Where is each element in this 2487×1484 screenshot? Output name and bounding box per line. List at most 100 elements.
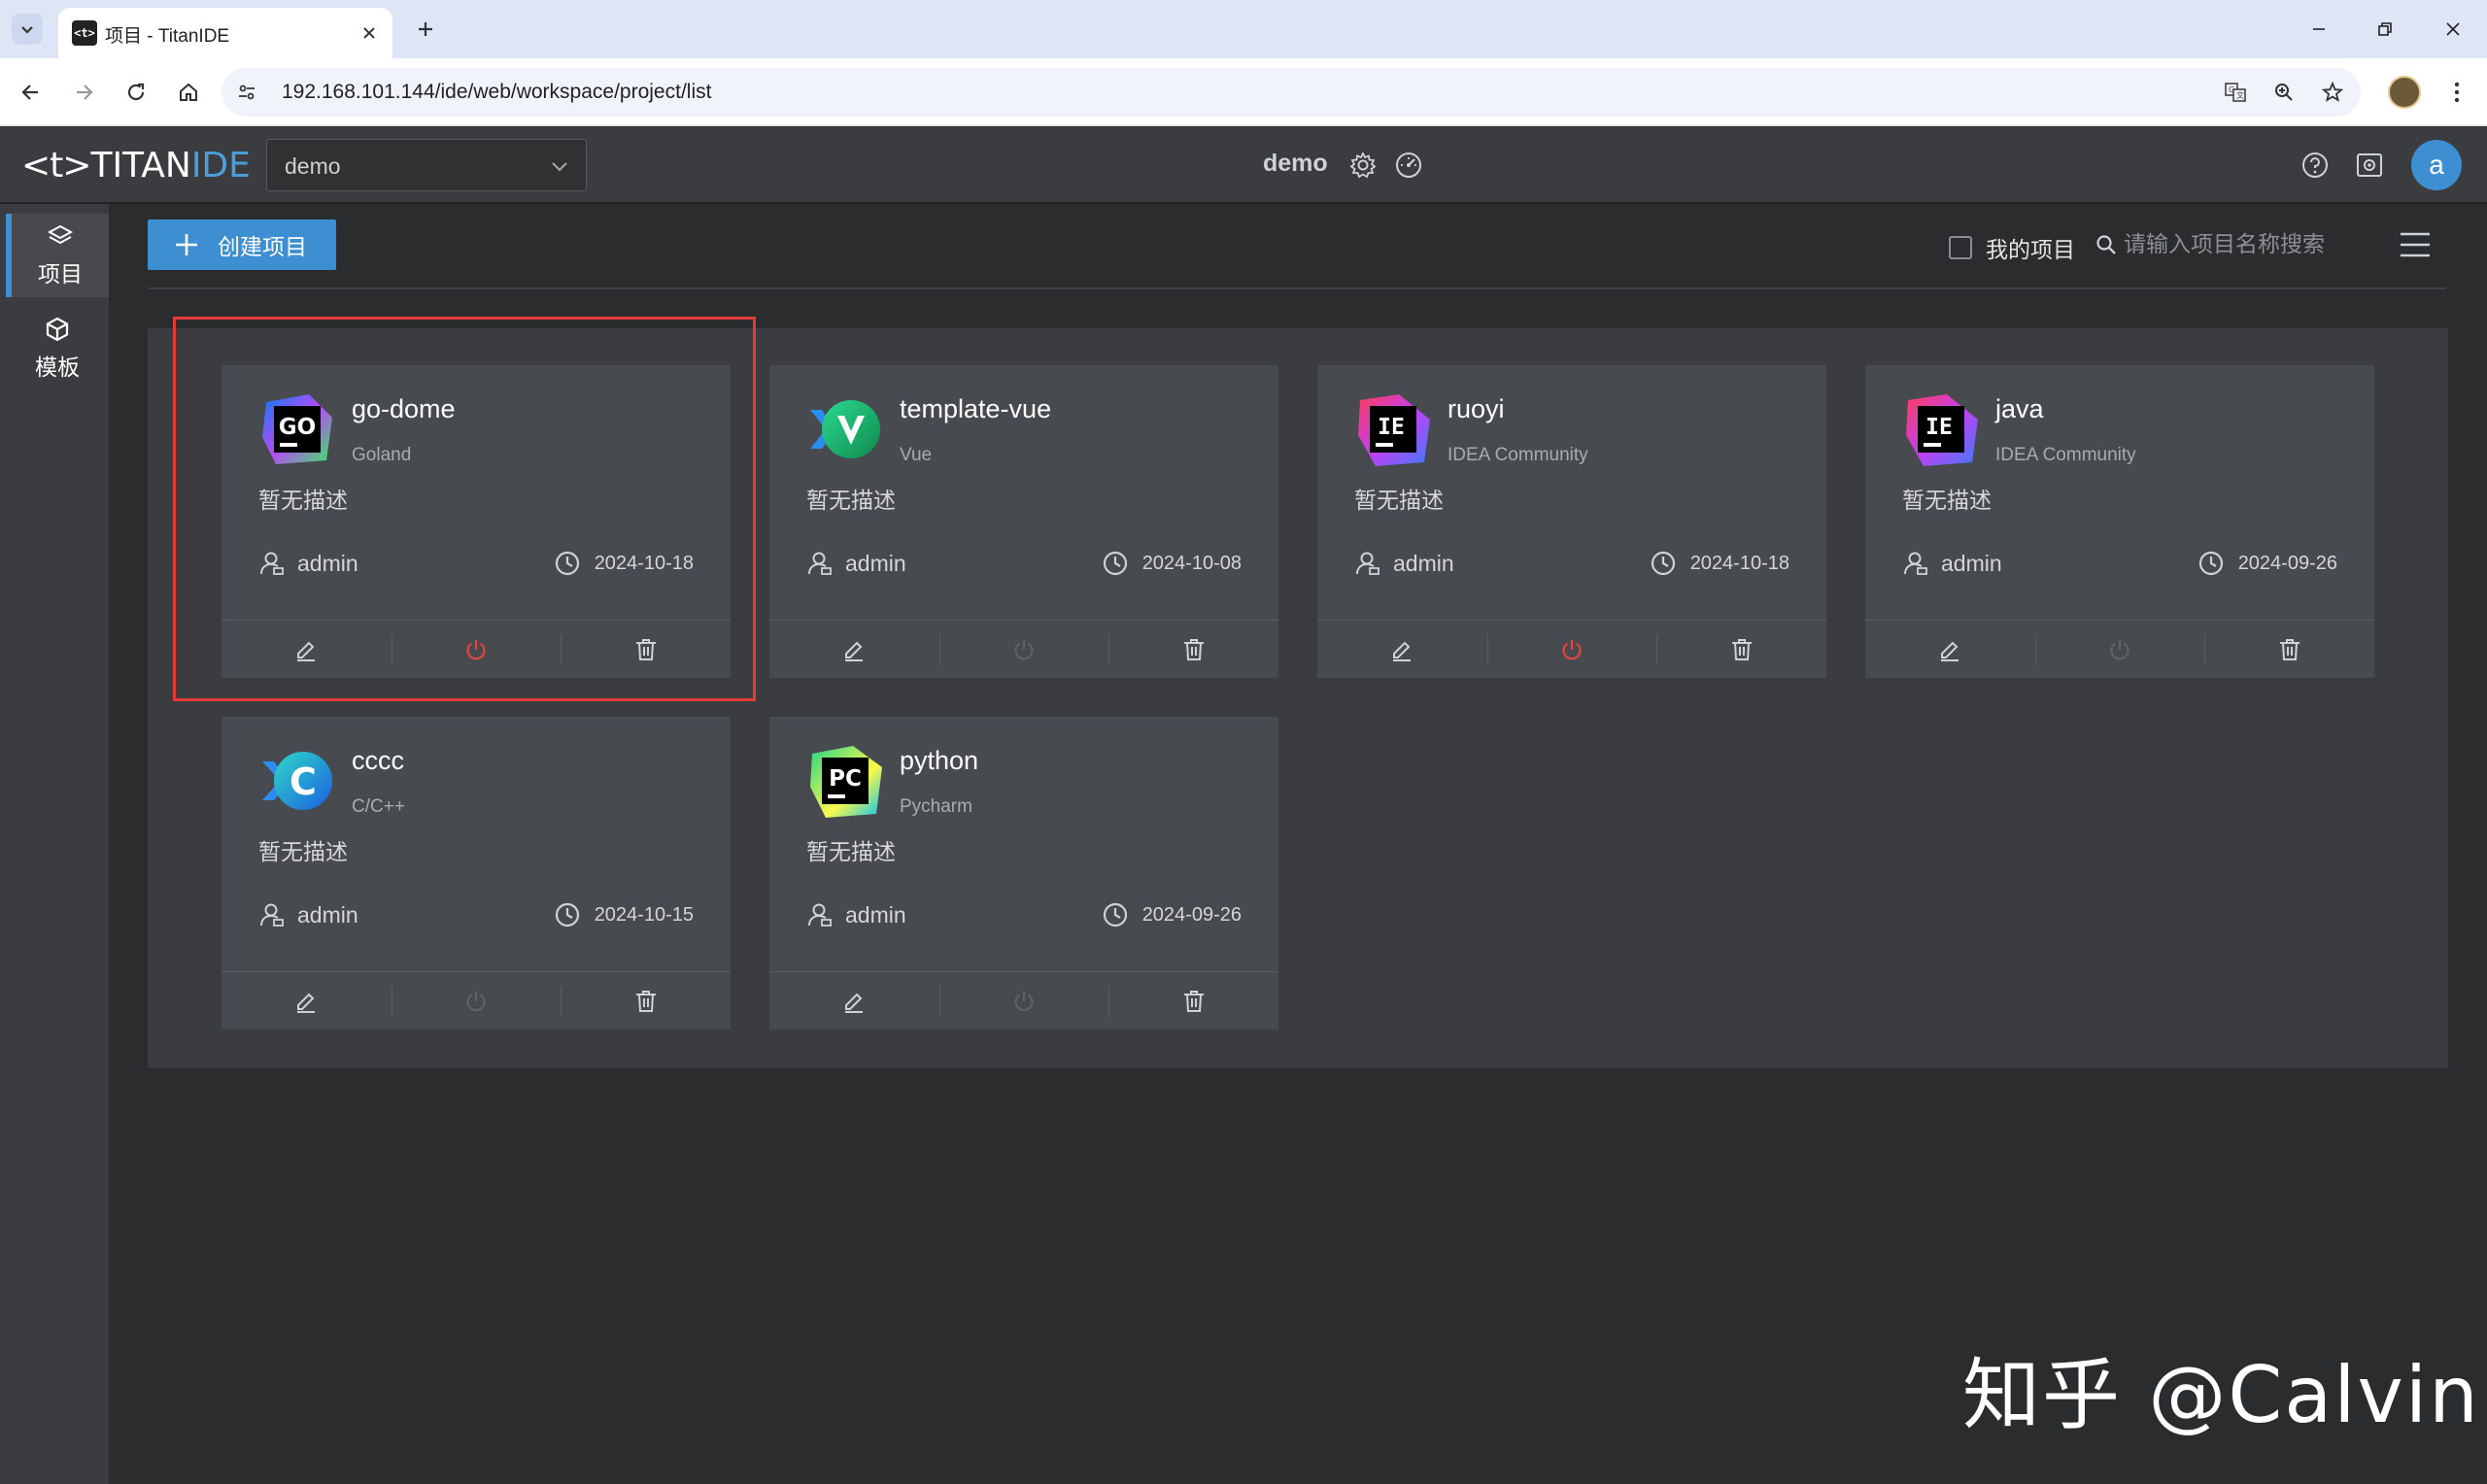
clock-icon (554, 901, 581, 928)
edit-project-button[interactable] (221, 621, 392, 678)
sidebar-item-label: 项目 (38, 261, 83, 287)
delete-project-button[interactable] (1108, 621, 1278, 678)
sidebar-item-projects[interactable]: 项目 (6, 214, 109, 297)
project-template: C/C++ (352, 796, 405, 817)
admin-settings-button[interactable] (2353, 149, 2386, 182)
project-owner: admin (258, 901, 358, 928)
help-button[interactable] (2299, 149, 2332, 182)
power-project-button[interactable] (1486, 621, 1657, 678)
edit-project-button[interactable] (769, 621, 939, 678)
project-card[interactable]: IE java IDEA Community 暂无描述 admin 2024-0… (1865, 365, 2374, 678)
project-actions (1865, 620, 2374, 678)
vue-icon (806, 390, 884, 468)
workspace-dashboard-button[interactable] (1392, 149, 1425, 182)
tab-close-button[interactable] (358, 21, 381, 45)
project-description: 暂无描述 (258, 488, 348, 513)
bookmark-button[interactable] (2320, 80, 2345, 105)
my-projects-checkbox[interactable] (1949, 236, 1972, 259)
project-name[interactable]: python (900, 746, 978, 776)
edit-project-button[interactable] (1317, 621, 1487, 678)
project-date-text: 2024-09-26 (2237, 552, 2337, 574)
app-header: <t> TITAN IDE demo demo a (0, 126, 2487, 204)
address-bar[interactable]: 192.168.101.144/ide/web/workspace/projec… (221, 68, 2361, 117)
reload-icon (127, 83, 145, 101)
project-card[interactable]: PC python Pycharm 暂无描述 admin 2024-09-26 (769, 717, 1278, 1029)
project-name[interactable]: cccc (352, 746, 404, 776)
project-date-text: 2024-10-08 (1141, 552, 1242, 574)
svg-text:文: 文 (2236, 90, 2244, 100)
delete-project-button[interactable] (1656, 621, 1826, 678)
watermark: 知乎 @Calvin (1962, 1350, 2480, 1440)
plus-icon (419, 22, 432, 36)
translate-icon: G文 (2225, 83, 2246, 102)
edit-icon (1389, 637, 1414, 662)
create-project-button[interactable]: 创建项目 (148, 219, 336, 270)
user-icon (806, 550, 834, 577)
titanide-logo[interactable]: <t> TITAN IDE (21, 146, 251, 186)
my-projects-filter[interactable]: 我的项目 (1949, 231, 2075, 264)
chevron-down-icon (21, 26, 33, 34)
site-info-button[interactable] (235, 81, 258, 104)
project-card[interactable]: IE ruoyi IDEA Community 暂无描述 admin 2024-… (1317, 365, 1826, 678)
project-date-text: 2024-10-18 (594, 552, 694, 574)
minimize-button[interactable] (2297, 10, 2341, 49)
browser-tab-active[interactable]: <t> 项目 - TitanIDE (58, 8, 392, 58)
project-name[interactable]: ruoyi (1448, 394, 1505, 424)
url-text[interactable]: 192.168.101.144/ide/web/workspace/projec… (282, 81, 711, 104)
new-tab-button[interactable] (410, 14, 441, 45)
delete-project-button[interactable] (561, 972, 731, 1029)
svg-text:GO: GO (279, 415, 316, 440)
project-date-text: 2024-10-15 (594, 903, 694, 926)
power-project-button[interactable] (2034, 621, 2205, 678)
delete-project-button[interactable] (2204, 621, 2374, 678)
idea-icon: IE (1354, 390, 1432, 468)
power-project-button[interactable] (391, 621, 562, 678)
restore-button[interactable] (2363, 10, 2407, 49)
power-icon (1011, 989, 1037, 1014)
project-name[interactable]: go-dome (352, 394, 456, 424)
back-button[interactable] (14, 75, 49, 110)
dashboard-gauge-icon (1396, 152, 1421, 178)
forward-button[interactable] (66, 75, 101, 110)
project-date-text: 2024-10-18 (1689, 552, 1789, 574)
power-icon (463, 989, 489, 1014)
svg-text:PC: PC (829, 766, 862, 792)
edit-project-button[interactable] (221, 972, 392, 1029)
project-card[interactable]: template-vue Vue 暂无描述 admin 2024-10-08 (769, 365, 1278, 678)
edit-project-button[interactable] (769, 972, 939, 1029)
view-menu-button[interactable] (2396, 225, 2435, 264)
power-project-button[interactable] (391, 972, 562, 1029)
power-project-button[interactable] (938, 972, 1109, 1029)
translate-button[interactable]: G文 (2223, 80, 2248, 105)
tab-title: 项目 - TitanIDE (105, 26, 230, 47)
tab-strip: <t> 项目 - TitanIDE (0, 0, 2487, 58)
delete-project-button[interactable] (561, 621, 731, 678)
edit-project-button[interactable] (1865, 621, 2035, 678)
reload-button[interactable] (119, 75, 153, 110)
user-icon (806, 901, 834, 928)
power-project-button[interactable] (938, 621, 1109, 678)
project-search-input[interactable] (2124, 227, 2337, 260)
project-description: 暂无描述 (806, 839, 896, 864)
close-icon (363, 27, 375, 39)
browser-menu-button[interactable] (2440, 76, 2473, 109)
user-avatar[interactable]: a (2411, 140, 2462, 190)
workspace-settings-button[interactable] (1346, 149, 1380, 182)
zoom-button[interactable] (2271, 80, 2297, 105)
project-name[interactable]: java (1995, 394, 2044, 424)
project-owner-name: admin (297, 901, 358, 928)
project-card[interactable]: GO go-dome Goland 暂无描述 admin 2024-10-18 (221, 365, 731, 678)
svg-text:G: G (2229, 85, 2234, 94)
trash-icon (633, 637, 659, 662)
trash-icon (1181, 637, 1207, 662)
profile-avatar[interactable] (2388, 76, 2421, 109)
home-button[interactable] (171, 75, 206, 110)
sidebar-item-templates[interactable]: 模板 (6, 307, 109, 390)
workspace-select[interactable]: demo (266, 139, 587, 191)
tab-search-button[interactable] (12, 14, 43, 45)
project-card[interactable]: C cccc C/C++ 暂无描述 admin 2024-10-15 (221, 717, 731, 1029)
delete-project-button[interactable] (1108, 972, 1278, 1029)
project-name[interactable]: template-vue (900, 394, 1051, 424)
project-owner: admin (1902, 550, 2002, 577)
close-window-button[interactable] (2431, 10, 2475, 49)
